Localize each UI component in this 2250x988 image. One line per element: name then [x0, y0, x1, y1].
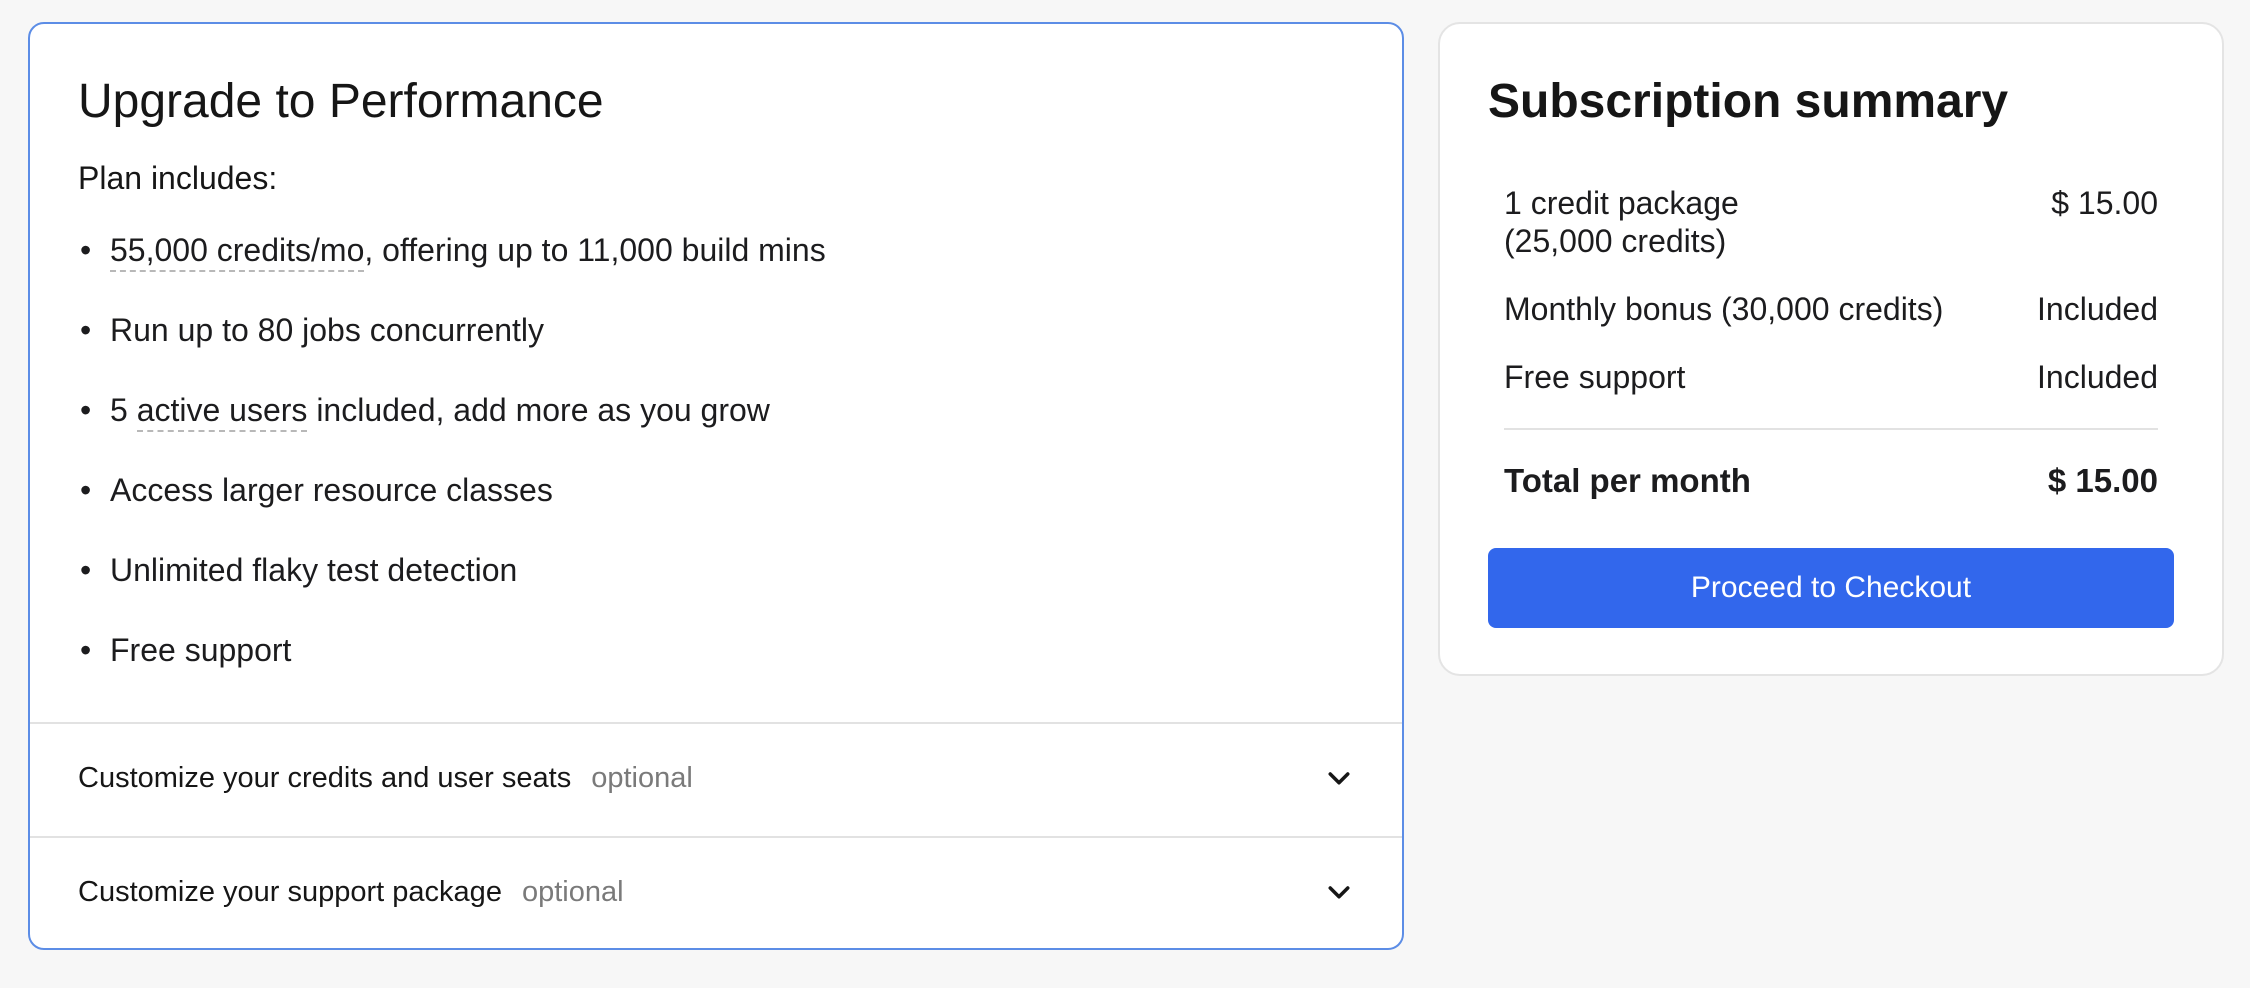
accordion-support-package[interactable]: Customize your support package optional	[30, 836, 1402, 948]
summary-title: Subscription summary	[1488, 75, 2009, 128]
feature-item-support: • Free support	[78, 624, 826, 704]
feature-text: Free support	[110, 632, 292, 668]
bullet: •	[80, 312, 92, 348]
accordion-title: Customize your support package	[78, 876, 502, 908]
summary-row-free-support: Free support Included	[1504, 358, 2158, 398]
feature-text: Run up to 80 jobs concurrently	[110, 312, 545, 348]
accordion-title: Customize your credits and user seats	[78, 762, 572, 794]
bullet: •	[80, 552, 92, 588]
feature-item-flaky-tests: • Unlimited flaky test detection	[78, 544, 826, 624]
summary-row-label-line: (25,000 credits)	[1504, 223, 1727, 259]
chevron-down-icon[interactable]	[1324, 764, 1354, 794]
bullet: •	[80, 392, 92, 428]
plan-card: Upgrade to Performance Plan includes: • …	[28, 22, 1404, 950]
summary-row-credit-package: 1 credit package (25,000 credits) $ 15.0…	[1504, 184, 2158, 264]
feature-text: , offering up to 11,000 build mins	[364, 232, 826, 268]
summary-divider	[1504, 428, 2158, 430]
plan-title: Upgrade to Performance	[78, 75, 604, 128]
bullet: •	[80, 232, 92, 268]
summary-total-row: Total per month $ 15.00	[1504, 462, 2158, 502]
feature-item-users: • 5 active users included, add more as y…	[78, 384, 826, 464]
feature-text: Access larger resource classes	[110, 472, 553, 508]
optional-tag: optional	[591, 762, 693, 794]
summary-row-value: Included	[2037, 359, 2158, 395]
total-value: $ 15.00	[2047, 462, 2158, 499]
optional-tag: optional	[521, 876, 624, 908]
bullet: •	[80, 632, 92, 668]
page: Upgrade to Performance Plan includes: • …	[0, 0, 2250, 988]
feature-item-resource-classes: • Access larger resource classes	[78, 464, 826, 544]
feature-text: Unlimited flaky test detection	[110, 552, 518, 588]
summary-row-label-line: 1 credit package	[1504, 185, 1739, 221]
accordion-credits-seats[interactable]: Customize your credits and user seats opt…	[30, 722, 1402, 836]
bullet: •	[80, 472, 92, 508]
summary-row-monthly-bonus: Monthly bonus (30,000 credits) Included	[1504, 290, 2158, 330]
feature-text: 5	[110, 392, 137, 428]
summary-row-label: 1 credit package (25,000 credits)	[1504, 184, 1739, 260]
summary-row-value: Included	[2037, 291, 2158, 327]
accordion-label: Customize your support package optional	[78, 876, 624, 909]
chevron-down-icon[interactable]	[1324, 878, 1354, 908]
total-label: Total per month	[1504, 462, 1751, 499]
summary-row-label: Free support	[1504, 359, 1686, 395]
summary-row-label: Monthly bonus (30,000 credits)	[1504, 291, 1944, 327]
proceed-to-checkout-button[interactable]: Proceed to Checkout	[1488, 548, 2174, 628]
feature-item-credits: • 55,000 credits/mo, offering up to 11,0…	[78, 224, 826, 304]
feature-list: • 55,000 credits/mo, offering up to 11,0…	[78, 224, 826, 704]
feature-text: included, add more as you grow	[307, 392, 770, 428]
accordion-label: Customize your credits and user seats opt…	[78, 762, 693, 795]
credits-tooltip-term[interactable]: 55,000 credits/mo	[110, 232, 365, 272]
subscription-summary-card: Subscription summary 1 credit package (2…	[1438, 22, 2224, 676]
summary-row-value: $ 15.00	[2051, 185, 2158, 221]
feature-item-concurrency: • Run up to 80 jobs concurrently	[78, 304, 826, 384]
active-users-tooltip-term[interactable]: active users	[136, 392, 308, 432]
plan-includes-label: Plan includes:	[78, 160, 278, 196]
